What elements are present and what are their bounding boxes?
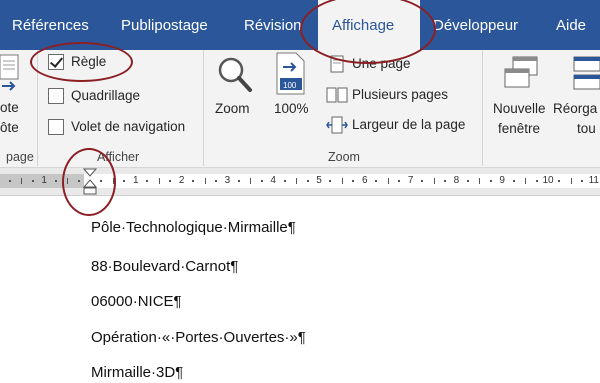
ruler-label[interactable]: Règle [71,54,106,69]
ruler-number: 3 [224,175,231,186]
tab-help[interactable]: Aide [556,0,586,50]
ruler-tick [146,180,149,182]
tab-mailings[interactable]: Publipostage [121,0,208,50]
ruler-tick [512,180,515,182]
ruler-tick [67,178,69,184]
ruler-tick [570,178,572,184]
views-item-label-2: ôte [0,120,19,135]
ruler-tick [214,180,217,182]
ruler-tick [375,180,378,182]
ruler-tick [123,180,126,182]
ruler-tick [192,180,195,182]
views-item-label-1: ote [0,100,19,115]
group-separator [203,50,204,166]
ruler-tick [260,180,263,182]
zoom-100-icon[interactable] [276,52,308,101]
ruler-tick [306,180,309,182]
ruler-number: 8 [453,175,460,186]
ruler-tick [204,178,206,184]
tab-view[interactable]: Affichage [318,0,420,50]
ruler-tick [100,180,103,182]
zoom-magnifier-icon[interactable] [217,56,253,99]
ruler-number: 11 [588,175,599,186]
arrange-all-label-1[interactable]: Réorga [553,101,597,116]
document-paragraph[interactable]: Opération·«·Portes·Ouvertes·»¶ [91,329,306,346]
views-group-label: page [6,150,34,164]
ruler-tick [443,180,446,182]
ruler-tick [525,178,527,184]
ruler-tick [352,180,355,182]
page-width-icon[interactable] [326,116,348,139]
document-paragraph[interactable]: 88·Boulevard·Carnot¶ [91,258,238,275]
ruler-number: 1 [41,175,47,186]
ruler-number: 7 [407,175,414,186]
gridlines-label[interactable]: Quadrillage [71,88,140,103]
ruler-tick [21,178,23,184]
ruler-tick [283,180,286,182]
ruler-tick [421,180,424,182]
horizontal-ruler[interactable]: 1 1 2 3 4 5 6 7 8 9 10 11 [0,168,600,196]
ruler-tick [77,180,80,182]
group-separator [482,50,483,166]
ruler-tick [169,180,172,182]
new-window-label-2[interactable]: fenêtre [498,121,540,136]
zoom-100-button-label[interactable]: 100% [274,101,309,116]
tab-review[interactable]: Révision [244,0,302,50]
ruler-tick [558,180,561,182]
ruler-tick [479,178,481,184]
ruler-tick [535,180,538,182]
ruler-number: 6 [362,175,368,186]
ruler-tick [8,180,11,182]
zoom-button-label[interactable]: Zoom [215,101,250,116]
navigation-pane-label[interactable]: Volet de navigation [71,119,185,134]
document-page[interactable]: Pôle·Technologique·Mirmaille¶ 88·Bouleva… [0,197,600,383]
arrange-all-label-2[interactable]: tou [577,121,596,136]
new-window-label-1[interactable]: Nouvelle [493,101,546,116]
ruler-tick [158,178,160,184]
ruler-tick [398,180,401,182]
multiple-pages-icon[interactable] [326,86,348,109]
new-window-icon[interactable] [503,55,541,98]
one-page-label[interactable]: Une page [352,56,411,71]
draft-view-icon[interactable] [0,54,22,103]
zoom-100-icon-text: 100 [283,81,297,90]
ribbon-tab-bar: Références Publipostage Révision Afficha… [0,0,600,50]
document-paragraph[interactable]: Mirmaille·3D¶ [91,364,183,381]
ruler-tick [387,178,389,184]
ruler-tick [341,178,343,184]
ruler-number: 1 [133,175,139,186]
ruler-tick [329,180,332,182]
document-paragraph[interactable]: Pôle·Technologique·Mirmaille¶ [91,219,296,236]
ruler-tick [237,180,240,182]
ruler-tick [31,180,34,182]
ruler-tick [54,180,57,182]
ruler-tick [296,178,298,184]
arrange-all-icon[interactable] [570,55,600,98]
tab-references[interactable]: Références [12,0,89,50]
ruler-number: 9 [499,175,505,186]
ruler-tick [250,178,252,184]
page-width-label[interactable]: Largeur de la page [352,117,465,132]
ruler-checkbox[interactable] [48,54,64,70]
ruler-number: 4 [270,175,276,186]
zoom-group-label: Zoom [328,150,360,164]
ruler-number: 5 [316,175,322,186]
ruler-tick [112,178,114,184]
ruler-tick [581,180,584,182]
ruler-tick [433,178,435,184]
ruler-number: 10 [542,175,554,186]
multiple-pages-label[interactable]: Plusieurs pages [352,87,448,102]
document-paragraph[interactable]: 06000·NICE¶ [91,293,182,310]
ruler-tick [489,180,492,182]
tab-developer[interactable]: Développeur [433,0,518,50]
one-page-icon[interactable] [328,55,346,78]
group-separator [37,50,38,166]
gridlines-checkbox[interactable] [48,88,64,104]
ribbon-panel: ote ôte page Règle Quadrillage Volet de … [0,50,600,168]
ruler-number: 2 [178,175,185,186]
show-group-label: Afficher [97,150,140,164]
ruler-tick [466,180,469,182]
navigation-pane-checkbox[interactable] [48,119,64,135]
